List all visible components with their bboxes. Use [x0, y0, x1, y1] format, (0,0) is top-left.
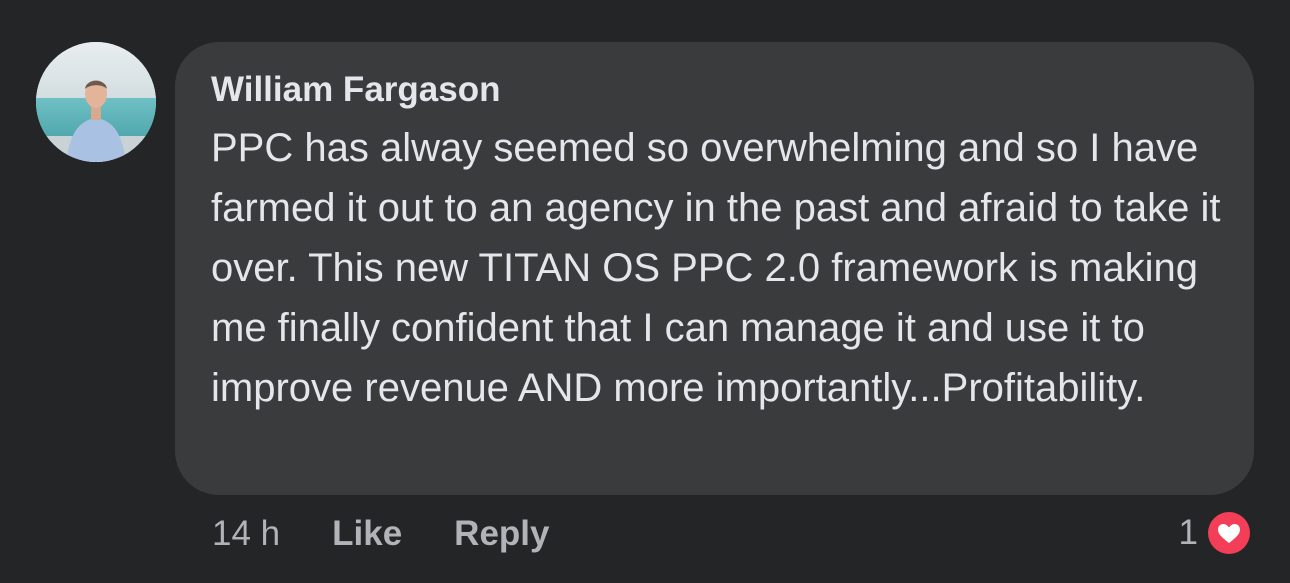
heart-icon: [1204, 508, 1254, 558]
comment-author[interactable]: William Fargason: [211, 70, 1224, 110]
comment-text: PPC has alway seemed so overwhelming and…: [211, 126, 1221, 410]
comment-actions: 14 h Like Reply: [212, 512, 601, 556]
reply-button[interactable]: Reply: [454, 514, 549, 554]
reaction-count: 1: [1178, 513, 1198, 552]
comment-timestamp[interactable]: 14 h: [212, 514, 280, 554]
comment-bubble: William Fargason PPC has alway seemed so…: [175, 42, 1254, 495]
avatar-photo: [36, 42, 156, 162]
like-button[interactable]: Like: [332, 514, 402, 554]
avatar[interactable]: [36, 42, 156, 162]
reaction-summary[interactable]: 1: [1179, 508, 1254, 558]
